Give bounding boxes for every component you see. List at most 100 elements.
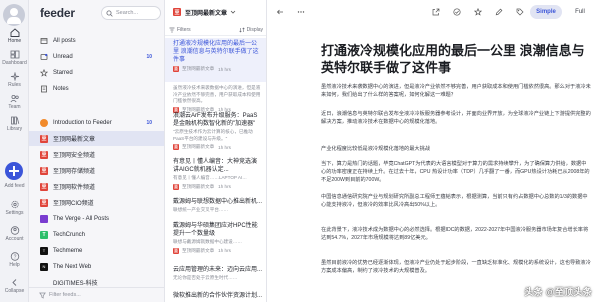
- sidebar-item-label: 至顶网软件频道: [53, 185, 96, 191]
- list-item[interactable]: 虽然液冷技术来袭数据中心的演进，但是液冷产业依然不够完善，用户获取成本和使用门槛…: [165, 82, 266, 113]
- sidebar-item-label: 至顶网CIO频道: [53, 201, 94, 207]
- back-button[interactable]: [275, 7, 285, 17]
- article-meta: 至 至顶网最新文章 1h hrs: [173, 247, 262, 254]
- article-title: 戴源姆与联想数据中心推出新机...: [173, 199, 263, 205]
- sort-icon: [238, 27, 245, 32]
- filters-button[interactable]: Filters: [169, 27, 191, 33]
- list-item[interactable]: 有意见丨懂人编音：大神竞选演讲AIGC就机器认定... 有意见丨懂人编音……LA…: [165, 156, 266, 196]
- article-paragraph: 虽然液冷技术来袭数据中心的演进，但是液冷产业依然不够完善，用户获取成本和使用门槛…: [321, 84, 591, 98]
- article-meta: 至 至顶网最新文章 1h hrs: [173, 183, 262, 190]
- sidebar-item-starred[interactable]: Starred: [29, 65, 164, 80]
- sidebar-item-zhiding-cio[interactable]: 至 至顶网CIO频道: [29, 195, 164, 210]
- sidebar-item-label: Unread: [53, 53, 73, 60]
- rail-help-label: Help: [9, 262, 20, 268]
- sidebar-item-all-posts[interactable]: All posts: [29, 33, 164, 48]
- intro-feed-icon: [40, 118, 48, 127]
- feeds-sidebar: feeder Search... All posts Unread 10 Sta…: [29, 0, 165, 302]
- sidebar-item-label: The Next Web: [53, 263, 92, 270]
- chevron-down-icon[interactable]: [230, 9, 236, 15]
- rail-help[interactable]: ? Help: [0, 252, 29, 268]
- note-button[interactable]: [494, 7, 504, 17]
- svg-text:?: ?: [13, 254, 16, 260]
- rail-dashboard[interactable]: Dashboard: [0, 50, 29, 66]
- sidebar-item-introduction[interactable]: Introduction to Feeder 10: [29, 115, 164, 130]
- search-input[interactable]: Search...: [101, 6, 161, 20]
- full-mode-toggle[interactable]: Full: [567, 5, 593, 19]
- sidebar-item-zhiding-storage[interactable]: 至 至顶网存储频道: [29, 163, 164, 178]
- digitimes-feed-icon: [40, 279, 48, 287]
- article-title: 有意见丨懂人编音：大神竞选演讲AIGC就机器认定...: [173, 159, 258, 173]
- rail-settings[interactable]: Settings: [0, 200, 29, 216]
- display-button[interactable]: Display: [238, 26, 263, 33]
- zhiding-feed-icon: 至: [173, 144, 179, 150]
- display-label: Display: [246, 26, 263, 33]
- sidebar-item-label: Starred: [53, 69, 73, 76]
- rail-team[interactable]: Team: [0, 94, 29, 110]
- sidebar-item-notes[interactable]: Notes: [29, 81, 164, 96]
- sidebar-item-the-next-web[interactable]: N The Next Web: [29, 259, 164, 274]
- article-source: 至顶网最新文章: [182, 144, 215, 149]
- zhiding-feed-icon: 至: [40, 182, 48, 191]
- library-icon: [10, 116, 19, 125]
- rail-home[interactable]: Home: [0, 28, 29, 44]
- star-icon: [474, 8, 482, 16]
- sidebar-item-label: 至顶网安全频道: [53, 153, 96, 159]
- rail-library-label: Library: [6, 126, 23, 132]
- unread-icon: [40, 53, 48, 61]
- rail-account[interactable]: Account: [0, 226, 29, 242]
- list-item[interactable]: 戴源姆与联想数据中心推出新机... 联想统一产业交叉平台……: [165, 196, 266, 220]
- article-paragraph: 在此背景下，液冷技术成为数据中心的必然选择。根据IDC的数据，2022-2027…: [321, 227, 589, 241]
- article-summary: 虽然液冷技术来袭数据中心的演进，但是液冷产业依然不够完善，用户获取成本和使用门槛…: [173, 85, 261, 103]
- rail-rules-label: Rules: [8, 82, 21, 88]
- rules-icon: [10, 72, 19, 81]
- sidebar-item-techmeme[interactable]: T Techmeme: [29, 243, 164, 258]
- sidebar-item-unread[interactable]: Unread 10: [29, 49, 164, 64]
- article-list: 至 至顶网最新文章 Filters Display 打通液冷规模化应用的最后一公…: [165, 0, 267, 302]
- external-link-button[interactable]: [431, 7, 441, 17]
- gear-icon: [10, 200, 19, 209]
- filter-feeds-placeholder: Filter feeds...: [49, 292, 81, 298]
- sidebar-item-zhiding-software[interactable]: 至 至顶网软件频道: [29, 179, 164, 194]
- sidebar-item-zhiding-latest[interactable]: 至 至顶网最新文章: [29, 131, 164, 146]
- rail-collapse[interactable]: Collapse: [0, 278, 29, 294]
- list-item[interactable]: 云应用管理的未来：迈向云应用... 无论你是否处于云原生时代……: [165, 264, 266, 288]
- mark-read-button[interactable]: [452, 7, 462, 17]
- filter-feeds-input[interactable]: Filter feeds...: [29, 287, 164, 302]
- simple-mode-toggle[interactable]: Simple: [530, 5, 562, 19]
- zhiding-feed-icon: 至: [173, 66, 179, 72]
- ellipsis-icon: [297, 11, 305, 13]
- list-item[interactable]: 戴源姆与华硕集团应对HPC性能提升一个数量级 联想与戴源姆就数据中心建设…… 至…: [165, 220, 266, 258]
- sidebar-item-the-verge[interactable]: The Verge - All Posts: [29, 211, 164, 226]
- sidebar-item-label: TechCrunch: [53, 231, 86, 238]
- rail-add-feed[interactable]: Add feed: [0, 182, 29, 189]
- zhiding-feed-icon: 至: [173, 183, 179, 190]
- avatar[interactable]: [3, 4, 25, 26]
- star-button[interactable]: [473, 7, 483, 17]
- add-feed-button[interactable]: [5, 162, 23, 180]
- filter-icon: [169, 27, 175, 32]
- sidebar-item-label: Introduction to Feeder: [53, 119, 112, 126]
- list-item[interactable]: 打通液冷规模化应用的最后一公里 浪潮信息与英特尔联手做了这件事 至 至顶网最新文…: [165, 38, 266, 82]
- sidebar-item-techcrunch[interactable]: T TechCrunch: [29, 227, 164, 242]
- sidebar-item-label: DIGITIMES-科技: [53, 281, 98, 287]
- list-item[interactable]: 微软推出新的合作伙伴资源计划...: [165, 290, 266, 302]
- rail-rules[interactable]: Rules: [0, 72, 29, 88]
- article-meta: 至 至顶网最新文章 1h hrs: [173, 144, 262, 150]
- article-title: 微软推出新的合作伙伴资源计划...: [173, 293, 263, 299]
- sidebar-item-label: Notes: [53, 85, 69, 92]
- sidebar-item-zhiding-security[interactable]: 至 至顶网安全频道: [29, 147, 164, 162]
- tag-button[interactable]: [515, 7, 525, 17]
- article-time: 1h hrs: [218, 66, 231, 72]
- rail-settings-label: Settings: [5, 210, 24, 216]
- verge-feed-icon: [40, 214, 48, 223]
- rail-dashboard-label: Dashboard: [2, 60, 27, 66]
- article-summary: 有意见丨懂人编音……LAPTOP AI…: [173, 175, 247, 180]
- list-title: 至顶网最新文章: [185, 10, 228, 17]
- pencil-icon: [495, 8, 503, 16]
- tag-icon: [516, 8, 524, 16]
- article-heading: 打通液冷规模化应用的最后一公里 浪潮信息与英特尔联手做了这件事: [321, 43, 585, 75]
- rail-library[interactable]: Library: [0, 116, 29, 132]
- more-button[interactable]: [296, 7, 306, 17]
- list-item[interactable]: 浪潮云ArF发布升级服务：PaaS是金融机构数智化新的"加速器" "云原生技术作…: [165, 110, 266, 152]
- external-link-icon: [432, 8, 440, 16]
